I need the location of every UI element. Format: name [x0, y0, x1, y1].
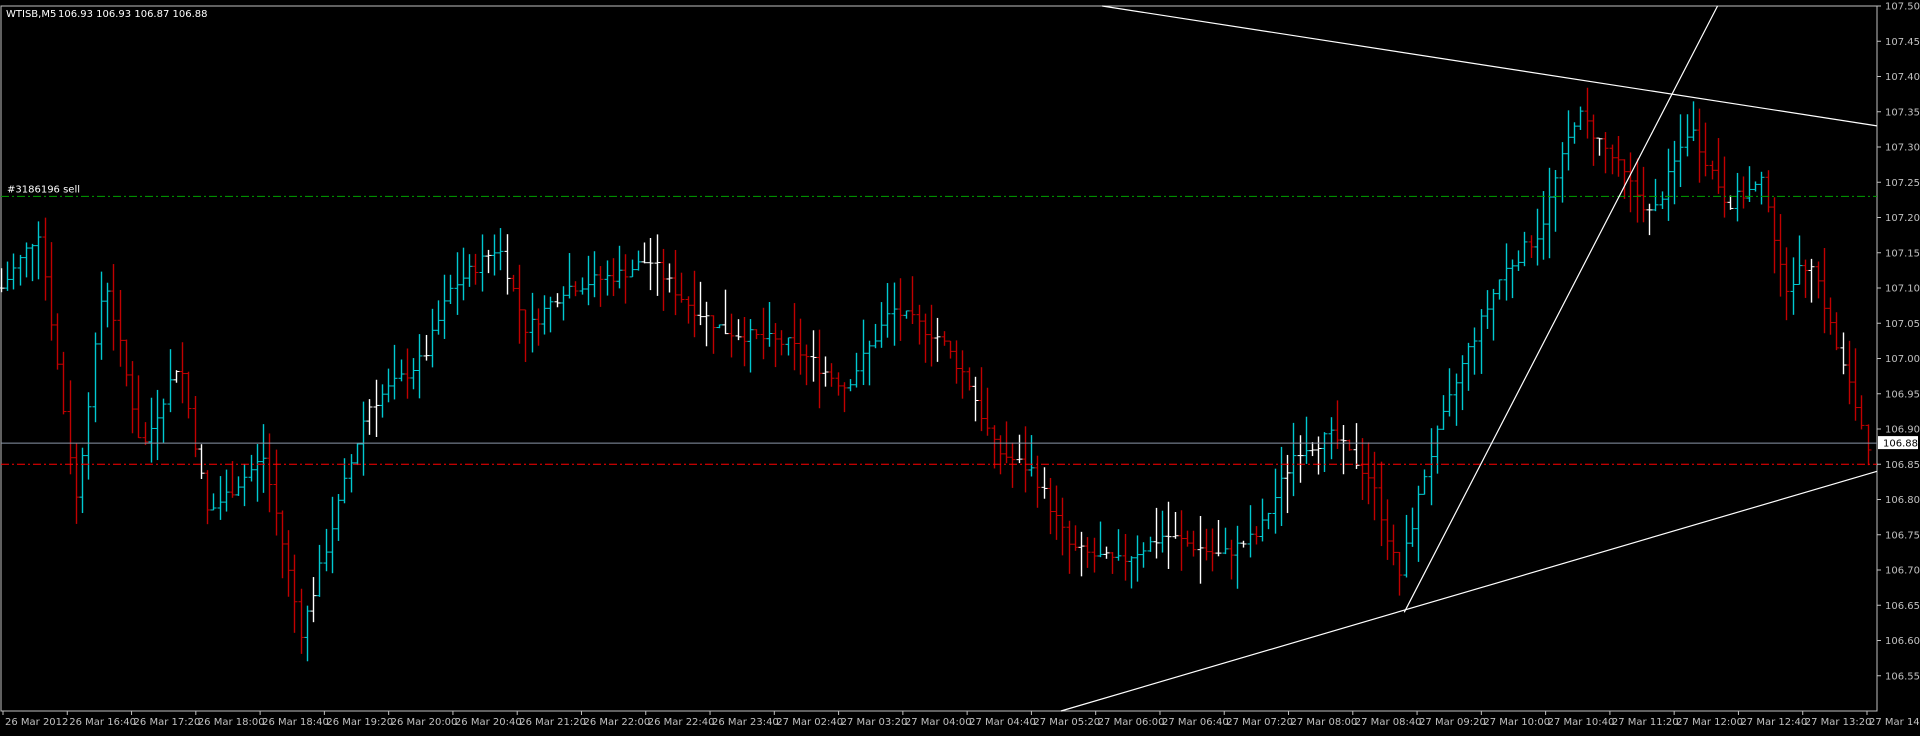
- price-chart[interactable]: 106.88 107.50 107.45 107.40 107.35 107.30 107…: [0, 0, 1920, 732]
- time-tick-label: 26 Mar 20:40: [455, 717, 522, 728]
- time-tick-label: 27 Mar 06:40: [1162, 717, 1229, 728]
- time-tick-label: 26 Mar 20:00: [391, 717, 458, 728]
- price-tick-label: 106.90: [1885, 425, 1920, 436]
- time-tick-label: 26 Mar 23:40: [712, 717, 779, 728]
- time-tick-label: 27 Mar 03:20: [841, 717, 908, 728]
- price-tick-label: 107.25: [1885, 178, 1920, 189]
- time-tick-label: 26 Mar 2012: [5, 717, 68, 728]
- time-tick-label: 27 Mar 05:20: [1033, 717, 1100, 728]
- price-tick-label: 106.60: [1885, 636, 1920, 647]
- price-tick-label: 107.35: [1885, 107, 1920, 118]
- time-tick-label: 27 Mar 10:00: [1483, 717, 1550, 728]
- time-tick-label: 27 Mar 10:40: [1548, 717, 1615, 728]
- price-tick-label: 106.85: [1885, 460, 1920, 471]
- bid-price-label: 106.88: [1883, 439, 1918, 450]
- time-tick-label: 26 Mar 18:00: [198, 717, 265, 728]
- time-tick-label: 26 Mar 19:20: [326, 717, 393, 728]
- chart-header-symbol: WTISB,M5: [6, 9, 56, 20]
- price-tick-label: 107.20: [1885, 213, 1920, 224]
- time-tick-label: 27 Mar 07:20: [1226, 717, 1293, 728]
- price-tick-label: 107.40: [1885, 72, 1920, 83]
- time-tick-label: 27 Mar 13:20: [1805, 717, 1872, 728]
- time-tick-label: 27 Mar 08:40: [1355, 717, 1422, 728]
- price-tick-label: 107.10: [1885, 284, 1920, 295]
- time-tick-label: 26 Mar 21:20: [519, 717, 586, 728]
- chart-background: [0, 0, 1920, 732]
- time-tick-label: 26 Mar 22:00: [583, 717, 650, 728]
- price-tick-label: 107.00: [1885, 354, 1920, 365]
- price-tick-label: 107.45: [1885, 37, 1920, 48]
- time-tick-label: 27 Mar 04:00: [905, 717, 972, 728]
- time-tick-label: 27 Mar 09:20: [1419, 717, 1486, 728]
- price-tick-label: 107.15: [1885, 248, 1920, 259]
- time-tick-label: 27 Mar 08:00: [1291, 717, 1358, 728]
- time-tick-label: 27 Mar 02:40: [776, 717, 843, 728]
- price-tick-label: 106.75: [1885, 530, 1920, 541]
- price-tick-label: 106.65: [1885, 601, 1920, 612]
- price-tick-label: 106.55: [1885, 671, 1920, 682]
- time-tick-label: 26 Mar 18:40: [262, 717, 329, 728]
- chart-header-ohlc: 106.93 106.93 106.87 106.88: [58, 9, 208, 20]
- price-tick-label: 107.50: [1885, 2, 1920, 13]
- price-tick-label: 107.30: [1885, 143, 1920, 154]
- time-tick-label: 27 Mar 12:00: [1676, 717, 1743, 728]
- time-tick-label: 27 Mar 06:00: [1098, 717, 1165, 728]
- time-tick-label: 27 Mar 11:20: [1612, 717, 1679, 728]
- time-tick-label: 26 Mar 22:40: [648, 717, 715, 728]
- price-tick-label: 106.70: [1885, 566, 1920, 577]
- time-tick-label: 27 Mar 04:40: [969, 717, 1036, 728]
- time-tick-label: 27 Mar 14:00: [1869, 717, 1920, 728]
- price-tick-label: 106.95: [1885, 389, 1920, 400]
- time-tick-label: 27 Mar 12:40: [1740, 717, 1807, 728]
- time-tick-label: 26 Mar 16:40: [69, 717, 136, 728]
- price-tick-label: 106.80: [1885, 495, 1920, 506]
- chart-svg[interactable]: 106.88 107.50 107.45 107.40 107.35 107.30 107…: [0, 0, 1920, 732]
- time-tick-label: 26 Mar 17:20: [134, 717, 201, 728]
- price-tick-label: 107.05: [1885, 319, 1920, 330]
- order-line-label[interactable]: #3186196 sell: [7, 184, 80, 195]
